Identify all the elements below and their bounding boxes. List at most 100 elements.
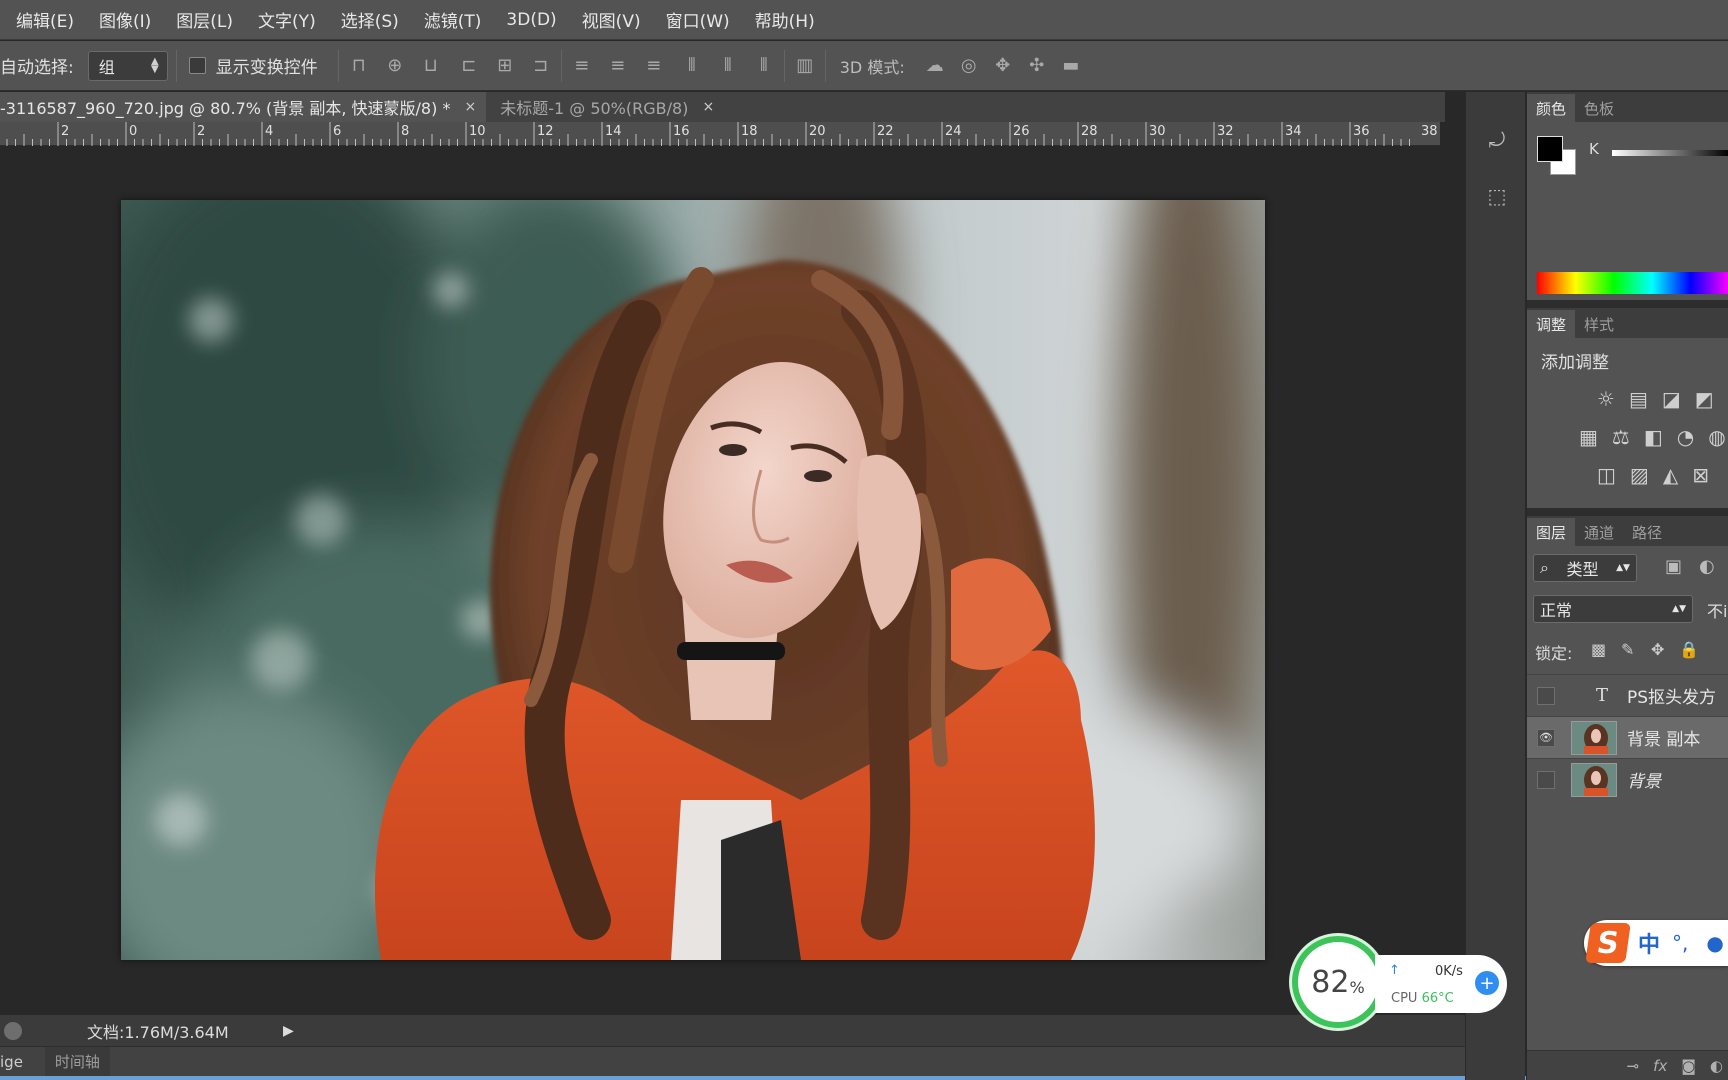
posterize-icon[interactable]: ▨ [1630,463,1649,487]
show-transform-checkbox[interactable] [188,57,206,74]
layer-filter-dropdown[interactable]: ⌕ 类型 ▲▼ [1533,554,1637,582]
foreground-color-swatch[interactable] [1537,136,1563,162]
align-right-icon[interactable]: ⊐ [529,54,553,78]
ime-toolbar[interactable]: S 中 °, ● [1584,920,1728,966]
photo-filter-icon[interactable]: ◔ [1677,425,1694,449]
plus-icon[interactable]: + [1475,971,1499,995]
curves-icon[interactable]: ◪ [1662,387,1681,411]
link-layers-icon[interactable]: ⊸ [1627,1057,1640,1075]
align-bottom-icon[interactable]: ⊔ [419,54,443,78]
distribute-right-icon[interactable]: ⫴ [752,54,776,78]
k-slider[interactable] [1612,150,1728,156]
divider [175,49,177,82]
channel-mixer-icon[interactable]: ◍ [1708,425,1725,449]
black-white-icon[interactable]: ◧ [1644,425,1663,449]
status-menu-arrow-icon[interactable]: ▶ [283,1023,294,1039]
ruler-label: 2 [61,124,69,139]
exposure-icon[interactable]: ◩ [1695,387,1714,411]
tab-layers[interactable]: 图层 [1527,518,1576,546]
align-left-icon[interactable]: ⊏ [457,54,481,78]
ruler-label: 36 [1353,124,1370,139]
visibility-toggle[interactable] [1537,686,1555,705]
lock-transparent-icon[interactable]: ▩ [1591,640,1606,659]
image-filter-icon[interactable]: ▣ [1665,556,1682,577]
gradient-map-icon[interactable]: ◭ [1663,463,1678,487]
timeline-left-label: ige [0,1052,23,1071]
3d-roll-icon[interactable]: ◎ [957,54,981,78]
distribute-hcenter-icon[interactable]: ⫴ [716,54,740,78]
tab-timeline[interactable]: 时间轴 [44,1047,110,1076]
menu-type[interactable]: 文字(Y) [258,7,316,32]
network-cpu-widget[interactable]: ↑ 0K/s CPU 66°C + [1375,955,1507,1013]
lock-all-icon[interactable]: 🔒 [1679,640,1699,659]
blend-mode-dropdown[interactable]: 正常 ▲▼ [1533,595,1693,623]
fx-icon[interactable]: fx [1653,1057,1667,1075]
lock-move-icon[interactable]: ✥ [1651,640,1664,659]
distribute-left-icon[interactable]: ⫴ [680,54,704,78]
lock-brush-icon[interactable]: ✎ [1621,640,1634,659]
3d-pan-icon[interactable]: ✥ [991,54,1015,78]
tab-color[interactable]: 颜色 [1527,94,1576,122]
canvas-area[interactable] [0,147,1440,1013]
auto-align-icon[interactable]: ▥ [793,54,817,78]
adjustment-filter-icon[interactable]: ◐ [1699,556,1715,577]
close-tab-icon[interactable]: × [702,99,714,115]
menu-edit[interactable]: 编辑(E) [16,7,74,32]
speed-ball-widget[interactable]: 82% [1292,936,1384,1028]
3d-panel-icon[interactable]: ⬚ [1484,184,1510,210]
distribute-vcenter-icon[interactable]: ≡ [606,54,630,78]
dropdown-arrows-icon: ▲▼ [1616,563,1630,573]
tab-swatches[interactable]: 色板 [1575,94,1623,122]
thumbnail-image [1572,721,1616,754]
menu-image[interactable]: 图像(I) [99,7,151,32]
eye-icon[interactable]: 👁 [1537,728,1555,747]
hue-saturation-icon[interactable]: ▦ [1579,425,1598,449]
tab-paths[interactable]: 路径 [1623,518,1671,546]
layer-row-text[interactable]: T PS抠头发方 [1527,674,1728,716]
layer-row-background[interactable]: 背景 [1527,758,1728,800]
ime-punctuation[interactable]: °, [1672,931,1688,955]
color-balance-icon[interactable]: ⚖ [1612,425,1630,449]
tab-title: 未标题-1 @ 50%(RGB/8) [500,99,689,118]
ime-language-mode[interactable]: 中 [1638,927,1660,959]
tab-channels[interactable]: 通道 [1575,518,1623,546]
tab-adjustments[interactable]: 调整 [1527,310,1576,338]
menu-select[interactable]: 选择(S) [341,7,399,32]
cpu-label: CPU [1391,991,1418,1006]
align-top-icon[interactable]: ⊓ [347,54,371,78]
menu-layer[interactable]: 图层(L) [176,7,233,32]
3d-rotate-icon[interactable]: ☁ [923,54,947,78]
tab-styles[interactable]: 样式 [1575,310,1623,338]
align-vcenter-icon[interactable]: ⊕ [383,54,407,78]
brightness-icon[interactable]: ☼ [1597,387,1615,411]
menu-view[interactable]: 视图(V) [582,7,641,32]
3d-scale-icon[interactable]: ▬ [1059,54,1083,78]
add-mask-icon[interactable]: ◙ [1681,1057,1696,1075]
levels-icon[interactable]: ▤ [1629,387,1648,411]
menu-filter[interactable]: 滤镜(T) [424,7,482,32]
menu-3d[interactable]: 3D(D) [506,10,556,30]
close-tab-icon[interactable]: × [464,99,476,115]
align-hcenter-icon[interactable]: ⊞ [493,54,517,78]
zoom-indicator-icon[interactable] [4,1022,22,1040]
tab-active-document[interactable]: -3116587_960_720.jpg @ 80.7% (背景 副本, 快速蒙… [0,92,487,122]
distribute-top-icon[interactable]: ≡ [570,54,594,78]
invert-icon[interactable]: ◫ [1597,463,1616,487]
3d-slide-icon[interactable]: ✣ [1025,54,1049,78]
selective-color-icon[interactable]: ⊠ [1692,463,1709,487]
history-icon[interactable]: ⤾ [1484,128,1510,154]
visibility-toggle[interactable] [1537,770,1555,789]
distribute-bottom-icon[interactable]: ≡ [642,54,666,78]
color-spectrum[interactable] [1537,272,1728,294]
new-adjustment-icon[interactable]: ◐ [1710,1057,1723,1075]
net-speed: 0K/s [1435,964,1463,979]
tab-untitled-document[interactable]: 未标题-1 @ 50%(RGB/8) × [486,92,725,122]
document-image[interactable] [121,200,1265,960]
layer-row-background-copy[interactable]: 👁 背景 副本 [1527,716,1728,758]
menu-window[interactable]: 窗口(W) [666,7,730,32]
ruler-label: 28 [1081,124,1098,139]
ruler-ticks: 2 0 2 4 6 8 10 12 14 16 18 20 22 24 26 28 30 32 34 36 38 [6,122,1438,146]
menu-help[interactable]: 帮助(H) [755,7,815,32]
auto-select-dropdown[interactable]: 组 ▲ ▼ [87,50,168,81]
microphone-icon[interactable]: ● [1706,931,1723,955]
